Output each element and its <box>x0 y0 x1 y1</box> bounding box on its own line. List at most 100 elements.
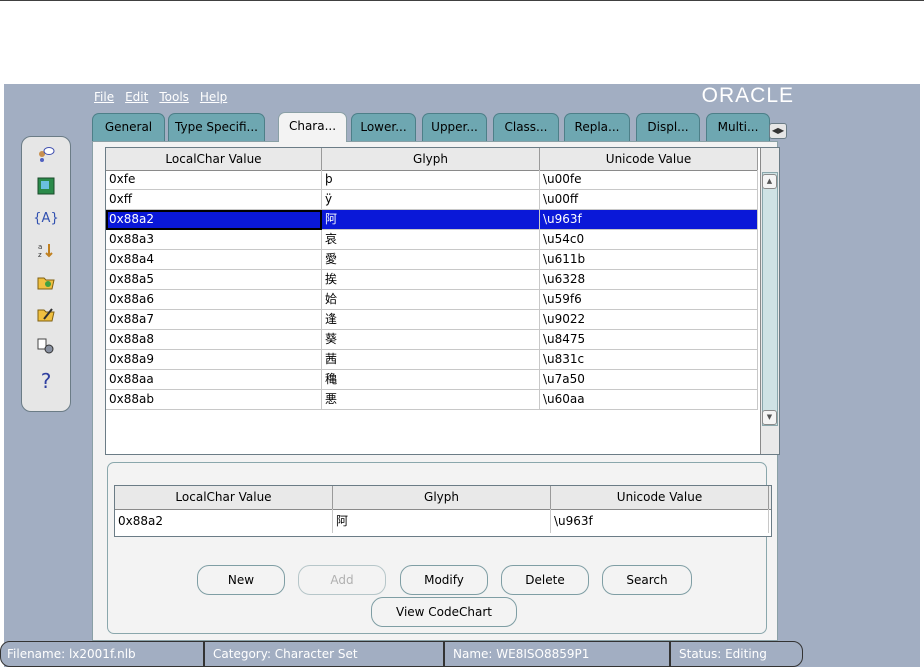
cell-glyph[interactable]: 姶 <box>322 290 540 310</box>
delete-button[interactable]: Delete <box>501 565 589 595</box>
menu-bar: File Edit Tools Help <box>94 88 227 106</box>
scroll-down-arrow-icon[interactable]: ▼ <box>762 410 777 425</box>
table-row[interactable]: 0x88a5 挨 \u6328 <box>106 270 758 290</box>
vertical-scrollbar[interactable]: ▲ ▼ <box>760 148 779 454</box>
menu-edit[interactable]: Edit <box>125 88 148 106</box>
cell-glyph[interactable]: þ <box>322 170 540 190</box>
cell-localchar[interactable]: 0x88a6 <box>106 290 322 310</box>
cell-unicode[interactable]: \u00fe <box>540 170 758 190</box>
status-name: Name: WE8ISO8859P1 <box>444 641 670 667</box>
cell-glyph[interactable]: 逢 <box>322 310 540 330</box>
edit-glyph-field[interactable]: 阿 <box>333 509 551 533</box>
cell-unicode[interactable]: \u9022 <box>540 310 758 330</box>
table-row[interactable]: 0xfe þ \u00fe <box>106 170 758 190</box>
cell-unicode[interactable]: \u611b <box>540 250 758 270</box>
table-row[interactable]: 0x88a9 茜 \u831c <box>106 350 758 370</box>
help-icon[interactable]: ? <box>22 369 70 393</box>
table-row[interactable]: 0x88a2 阿 \u963f <box>106 210 758 230</box>
edit-column-header-localchar: LocalChar Value <box>115 486 333 509</box>
open-folder-icon[interactable] <box>22 273 70 297</box>
edit-table-header: LocalChar Value Glyph Unicode Value <box>115 486 771 510</box>
search-button[interactable]: Search <box>602 565 692 595</box>
table-row[interactable]: 0x88a6 姶 \u59f6 <box>106 290 758 310</box>
oracle-logo: ORACLE <box>701 84 794 107</box>
cell-localchar[interactable]: 0xff <box>106 190 322 210</box>
cell-glyph[interactable]: ÿ <box>322 190 540 210</box>
new-button[interactable]: New <box>197 565 285 595</box>
character-mapping-table: LocalChar Value Glyph Unicode Value 0xfe… <box>105 147 780 455</box>
tab-replacement[interactable]: Repla... <box>564 113 630 141</box>
column-header-glyph[interactable]: Glyph <box>322 148 540 170</box>
cell-localchar[interactable]: 0x88a4 <box>106 250 322 270</box>
status-state: Status: Editing <box>670 641 803 667</box>
cell-glyph[interactable]: 挨 <box>322 270 540 290</box>
cell-glyph[interactable]: 愛 <box>322 250 540 270</box>
scroll-up-arrow-icon[interactable]: ▲ <box>762 174 777 189</box>
edit-column-header-glyph: Glyph <box>333 486 551 509</box>
braces-icon[interactable]: {A} <box>22 207 70 231</box>
cell-localchar[interactable]: 0x88aa <box>106 370 322 390</box>
edit-localchar-field[interactable]: 0x88a2 <box>115 509 333 533</box>
cell-glyph[interactable]: 茜 <box>322 350 540 370</box>
status-filename: Filename: lx2001f.nlb <box>0 641 204 667</box>
status-category: Category: Character Set <box>204 641 444 667</box>
character-data-panel: LocalChar Value Glyph Unicode Value 0xfe… <box>92 141 780 641</box>
table-row[interactable]: 0x88a8 葵 \u8475 <box>106 330 758 350</box>
cell-unicode[interactable]: \u59f6 <box>540 290 758 310</box>
cell-unicode[interactable]: \u7a50 <box>540 370 758 390</box>
cell-localchar[interactable]: 0x88a7 <box>106 310 322 330</box>
cell-localchar[interactable]: 0x88a3 <box>106 230 322 250</box>
cell-localchar[interactable]: 0x88a2 <box>106 210 322 230</box>
add-button[interactable]: Add <box>298 565 386 595</box>
cell-unicode[interactable]: \u831c <box>540 350 758 370</box>
tab-multibyte[interactable]: Multi... <box>706 113 770 141</box>
cell-glyph[interactable]: 悪 <box>322 390 540 410</box>
cell-unicode[interactable]: \u60aa <box>540 390 758 410</box>
scrollbar-thumb[interactable] <box>762 172 778 426</box>
column-header-unicode[interactable]: Unicode Value <box>540 148 758 170</box>
cell-glyph[interactable]: 哀 <box>322 230 540 250</box>
svg-text:a: a <box>38 243 42 251</box>
table-row[interactable]: 0x88ab 悪 \u60aa <box>106 390 758 410</box>
tab-scroll-arrows[interactable]: ◀▶ <box>769 123 787 139</box>
cell-glyph[interactable]: 穐 <box>322 370 540 390</box>
view-codechart-button[interactable]: View CodeChart <box>371 597 517 627</box>
cell-localchar[interactable]: 0x88a5 <box>106 270 322 290</box>
table-row[interactable]: 0x88a4 愛 \u611b <box>106 250 758 270</box>
table-row[interactable]: 0x88a3 哀 \u54c0 <box>106 230 758 250</box>
menu-help[interactable]: Help <box>200 88 227 106</box>
tab-uppercase[interactable]: Upper... <box>422 113 487 141</box>
edit-unicode-field[interactable]: \u963f <box>551 509 769 533</box>
tab-classification[interactable]: Class... <box>493 113 559 141</box>
settings-icon[interactable] <box>22 337 70 361</box>
menu-file[interactable]: File <box>94 88 114 106</box>
cell-localchar[interactable]: 0x88a8 <box>106 330 322 350</box>
tab-display[interactable]: Displ... <box>636 113 700 141</box>
column-header-localchar[interactable]: LocalChar Value <box>106 148 322 170</box>
cell-unicode[interactable]: \u8475 <box>540 330 758 350</box>
cell-localchar[interactable]: 0x88ab <box>106 390 322 410</box>
menu-tools[interactable]: Tools <box>159 88 189 106</box>
edit-folder-icon[interactable] <box>22 305 70 329</box>
cell-unicode[interactable]: \u963f <box>540 210 758 230</box>
table-header: LocalChar Value Glyph Unicode Value <box>106 148 758 171</box>
cell-unicode[interactable]: \u00ff <box>540 190 758 210</box>
table-row[interactable]: 0x88aa 穐 \u7a50 <box>106 370 758 390</box>
cell-localchar[interactable]: 0xfe <box>106 170 322 190</box>
image-icon[interactable] <box>22 177 70 201</box>
cell-glyph[interactable]: 葵 <box>322 330 540 350</box>
cell-localchar[interactable]: 0x88a9 <box>106 350 322 370</box>
tab-general[interactable]: General <box>92 113 165 141</box>
window-top-border <box>0 0 924 1</box>
cell-unicode[interactable]: \u54c0 <box>540 230 758 250</box>
table-row[interactable]: 0x88a7 逢 \u9022 <box>106 310 758 330</box>
users-icon[interactable] <box>22 145 70 169</box>
tab-type-specification[interactable]: Type Specifi... <box>168 113 265 141</box>
modify-button[interactable]: Modify <box>400 565 488 595</box>
cell-unicode[interactable]: \u6328 <box>540 270 758 290</box>
sort-icon[interactable]: az <box>22 241 70 265</box>
table-row[interactable]: 0xff ÿ \u00ff <box>106 190 758 210</box>
cell-glyph[interactable]: 阿 <box>322 210 540 230</box>
tab-character-data[interactable]: Chara... <box>278 112 347 142</box>
tab-lowercase[interactable]: Lower... <box>351 113 416 141</box>
